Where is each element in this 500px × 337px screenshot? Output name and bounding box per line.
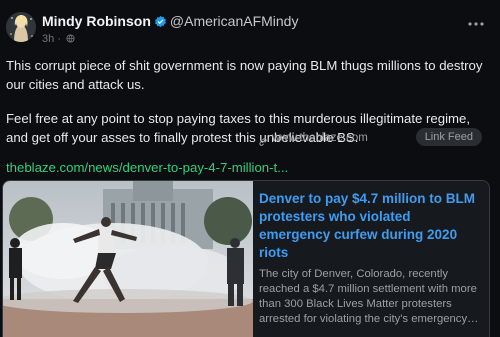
more-dots-icon[interactable] [468,14,484,26]
post-link[interactable]: theblaze.com/news/denver-to-pay-4-7-mill… [6,160,288,175]
timestamp[interactable]: 3h [42,33,54,45]
display-name[interactable]: Mindy Robinson [42,13,151,29]
avatar[interactable] [6,12,36,42]
meta-separator: · [57,33,61,45]
card-footer: www.theblaze.com Link Feed [258,128,482,149]
post-meta: 3h · [42,33,75,45]
post: Mindy Robinson @AmericanAFMindy 3h · This… [0,0,500,337]
link-icon [258,134,268,146]
card-info: Denver to pay $4.7 million to BLM protes… [259,190,483,327]
verified-badge-icon [154,15,167,28]
card-description: The city of Denver, Colorado, recently r… [259,268,479,325]
card-image[interactable] [3,181,253,337]
post-header: Mindy Robinson @AmericanAFMindy [42,13,460,31]
link-feed-button[interactable]: Link Feed [415,128,482,146]
post-paragraph: This corrupt piece of shit government is… [6,58,483,92]
globe-icon [66,34,75,43]
link-preview-card[interactable]: Denver to pay $4.7 million to BLM protes… [2,180,490,337]
user-handle[interactable]: @AmericanAFMindy [170,13,299,29]
card-domain[interactable]: www.theblaze.com [272,132,368,144]
card-title[interactable]: Denver to pay $4.7 million to BLM protes… [259,190,483,262]
